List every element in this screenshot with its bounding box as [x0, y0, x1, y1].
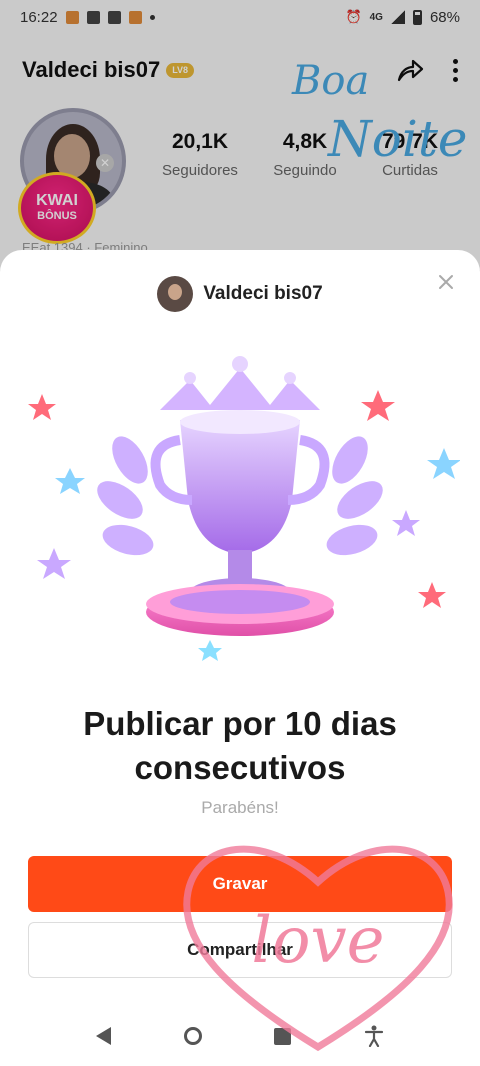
sheet-header: Valdeci bis07 [0, 274, 480, 314]
title-line1: Publicar por 10 dias [83, 705, 397, 742]
title-line2: consecutivos [134, 749, 346, 786]
achievement-title: Publicar por 10 dias consecutivos [20, 702, 460, 790]
trophy-icon [28, 356, 460, 661]
home-icon[interactable] [183, 1027, 202, 1045]
accessibility-icon[interactable] [364, 1025, 384, 1047]
record-button[interactable]: Gravar [28, 856, 452, 912]
achievement-subtitle: Parabéns! [201, 798, 279, 817]
recent-apps-icon[interactable] [274, 1027, 292, 1045]
close-icon[interactable] [434, 270, 458, 294]
sheet-username: Valdeci bis07 [203, 283, 323, 304]
achievement-sheet: Valdeci bis07 Publicar por 10 dias conse… [0, 250, 480, 1066]
system-nav-bar [0, 1006, 480, 1066]
user-avatar [157, 276, 194, 312]
back-icon[interactable] [96, 1027, 112, 1045]
share-button[interactable]: Compartilhar [28, 922, 452, 978]
